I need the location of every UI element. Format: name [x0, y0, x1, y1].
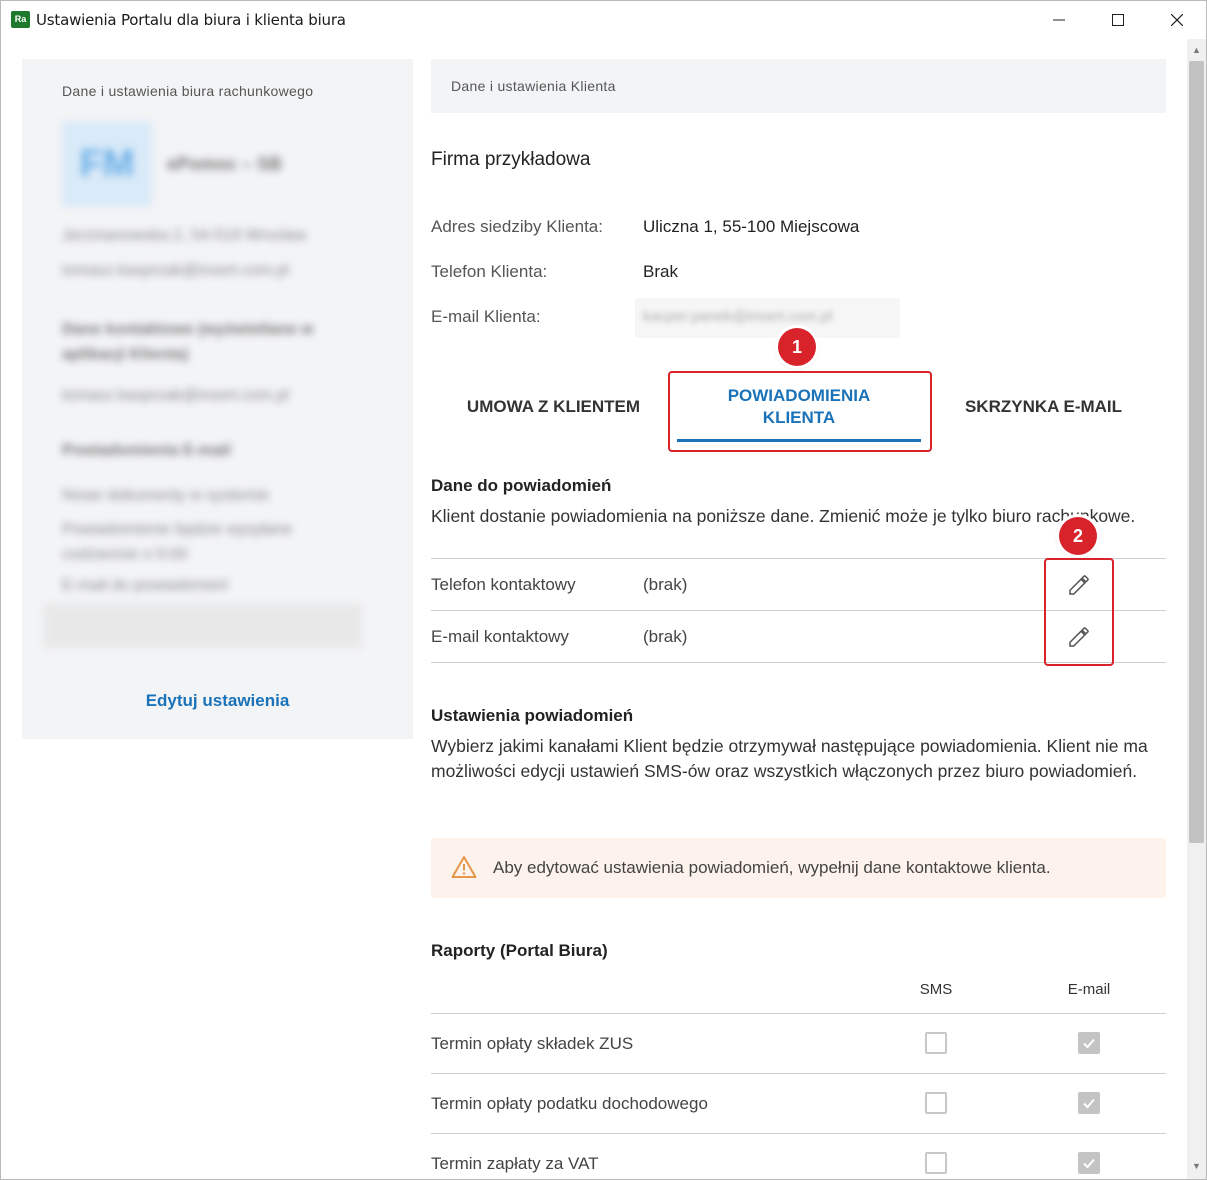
- maximize-button[interactable]: [1090, 1, 1146, 39]
- client-email-value-box: kacper.panek@insert.com.pl: [635, 298, 900, 338]
- tab-client-contract-label: UMOWA Z KLIENTEM: [466, 397, 641, 416]
- new-documents-text: Nowe dokumenty w systemie: [62, 487, 270, 504]
- client-panel-header-text: Dane i ustawienia Klienta: [451, 78, 616, 94]
- window-title: Ustawienia Portalu dla biura i klienta b…: [36, 11, 346, 29]
- divider: [431, 1013, 1166, 1014]
- checkmark-icon: [1083, 1098, 1095, 1109]
- close-button[interactable]: [1149, 1, 1205, 39]
- notification-data-description: Klient dostanie powiadomienia na poniższ…: [431, 506, 1136, 526]
- highlight-box-2: [1044, 558, 1114, 666]
- email-checkbox[interactable]: [1078, 1152, 1100, 1174]
- email-checkbox[interactable]: [1078, 1032, 1100, 1054]
- notification-settings-title: Ustawienia powiadomień: [431, 706, 634, 725]
- warning-icon: [451, 856, 477, 878]
- warning-banner: Aby edytować ustawienia powiadomień, wyp…: [431, 838, 1166, 898]
- client-address-value: Uliczna 1, 55-100 Miejscowa: [643, 217, 860, 236]
- tab-email-inbox[interactable]: SKRZYNKA E-MAIL: [931, 371, 1156, 443]
- scroll-thumb[interactable]: [1189, 61, 1204, 843]
- client-company-name: Firma przykładowa: [431, 149, 591, 170]
- client-email-label: E-mail Klienta:: [431, 307, 541, 326]
- warning-text: Aby edytować ustawienia powiadomień, wyp…: [493, 858, 1051, 877]
- email-checkbox[interactable]: [1078, 1092, 1100, 1114]
- notification-data-title: Dane do powiadomień: [431, 476, 612, 495]
- report-row-label: Termin opłaty składek ZUS: [431, 1034, 634, 1053]
- vertical-scrollbar[interactable]: ▲ ▼: [1187, 39, 1206, 1179]
- edit-settings-link[interactable]: Edytuj ustawienia: [22, 691, 413, 711]
- office-name: ePomoc – SB: [167, 154, 283, 174]
- tab-client-contract[interactable]: UMOWA Z KLIENTEM: [441, 371, 666, 443]
- notification-email-label: E-mail do powiadomień: [62, 577, 229, 594]
- contact-phone-value: (brak): [643, 575, 688, 594]
- sms-checkbox[interactable]: [925, 1152, 947, 1174]
- sms-checkbox[interactable]: [925, 1032, 947, 1054]
- contact-data-heading: Dane kontaktowe (wyświetlane w aplikacji…: [62, 321, 314, 363]
- notification-email-field: [44, 604, 362, 648]
- office-email: tomasz.kasprzak@insert.com.pl: [62, 262, 289, 279]
- checkmark-icon: [1083, 1038, 1095, 1049]
- sms-checkbox[interactable]: [925, 1092, 947, 1114]
- contact-email-value: (brak): [643, 627, 688, 646]
- scroll-up-icon[interactable]: ▲: [1190, 45, 1203, 55]
- report-row-label: Termin opłaty podatku dochodowego: [431, 1094, 708, 1113]
- notification-time-text: Powiadomienie będzie wysyłane codziennie…: [62, 521, 293, 563]
- client-phone-label: Telefon Klienta:: [431, 262, 548, 281]
- sms-column-header: SMS: [919, 981, 953, 998]
- maximize-icon: [1112, 14, 1124, 26]
- report-row-label: Termin zapłaty za VAT: [431, 1154, 599, 1173]
- office-settings-panel: Dane i ustawienia biura rachunkowego FM …: [22, 59, 413, 739]
- email-notifications-heading: Powiadomienia E-mail: [62, 442, 231, 459]
- divider: [431, 1073, 1166, 1074]
- settings-window: Ra Ustawienia Portalu dla biura i klient…: [0, 0, 1207, 1180]
- office-address: Jerzmanowska 2, 54-519 Wrocław: [62, 227, 307, 244]
- checkmark-icon: [1083, 1158, 1095, 1169]
- office-panel-header: Dane i ustawienia biura rachunkowego: [62, 83, 314, 99]
- client-email-value: kacper.panek@insert.com.pl: [643, 308, 833, 325]
- tab-email-inbox-label: SKRZYNKA E-MAIL: [964, 397, 1123, 416]
- annotation-badge-1: 1: [778, 328, 816, 366]
- client-address-label: Adres siedziby Klienta:: [431, 217, 603, 236]
- reports-title: Raporty (Portal Biura): [431, 941, 608, 960]
- annotation-badge-2: 2: [1059, 517, 1097, 555]
- title-bar[interactable]: Ra Ustawienia Portalu dla biura i klient…: [1, 1, 1206, 39]
- avatar: FM: [62, 121, 152, 207]
- client-phone-value: Brak: [643, 262, 678, 281]
- contact-phone-label: Telefon kontaktowy: [431, 575, 576, 594]
- contact-email-label: E-mail kontaktowy: [431, 627, 569, 646]
- close-icon: [1171, 14, 1183, 26]
- minimize-button[interactable]: [1031, 1, 1087, 39]
- client-panel-header: Dane i ustawienia Klienta: [431, 59, 1166, 113]
- highlight-box-1: [668, 371, 932, 452]
- notification-settings-description: Wybierz jakimi kanałami Klient będzie ot…: [431, 736, 1148, 781]
- divider: [431, 1133, 1166, 1134]
- email-column-header: E-mail: [1067, 981, 1111, 998]
- app-logo-icon: Ra: [11, 11, 30, 28]
- contact-email: tomasz.kasprzak@insert.com.pl: [62, 387, 289, 404]
- minimize-icon: [1053, 19, 1065, 21]
- scroll-down-icon[interactable]: ▼: [1190, 1161, 1203, 1171]
